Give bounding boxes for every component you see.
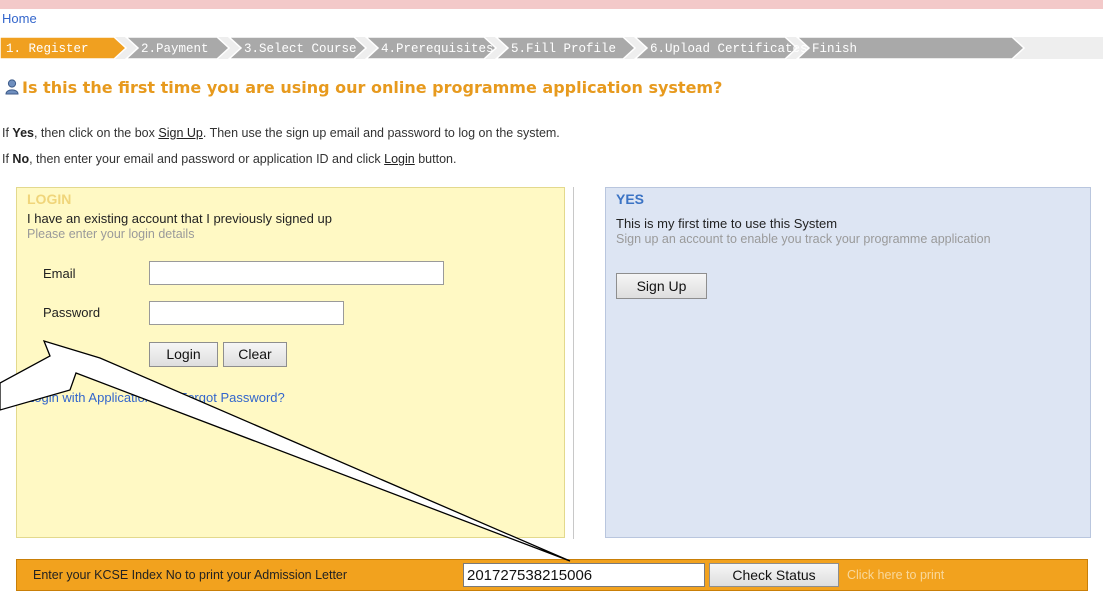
login-subtext: Please enter your login details	[27, 227, 195, 241]
hint-no: If No, then enter your email and passwor…	[2, 152, 457, 166]
step-7: Finish	[795, 37, 1026, 59]
forgot-password-link[interactable]: Forgot Password?	[179, 390, 285, 405]
clear-button[interactable]: Clear	[223, 342, 287, 367]
step-label: 2.Payment	[141, 42, 209, 56]
hint-no-bold: No	[12, 152, 30, 166]
registration-steps-bar: 1. Register 2.Payment 3.Select Course 4.Pre…	[0, 37, 1103, 59]
signup-heading: YES	[616, 191, 645, 207]
hint-login-link[interactable]: Login	[384, 152, 415, 166]
step-label: 5.Fill Profile	[511, 42, 616, 56]
user-icon	[5, 79, 19, 95]
step-label: 6.Upload Certificates	[650, 42, 808, 56]
steps-arrows: 1. Register 2.Payment 3.Select Course 4.Pre…	[0, 37, 1026, 59]
hint-yes: If Yes, then click on the box Sign Up. T…	[2, 126, 560, 140]
admission-letter-bar: Enter your KCSE Index No to print your A…	[16, 559, 1088, 591]
step-6: 6.Upload Certificates	[633, 37, 808, 59]
login-panel: LOGIN I have an existing account that I …	[16, 187, 565, 538]
signup-subtext: Sign up an account to enable you track y…	[616, 232, 991, 246]
step-label: 1. Register	[6, 42, 89, 56]
login-with-app-id-link[interactable]: Login with Application ID	[27, 390, 169, 405]
panel-divider	[573, 187, 574, 539]
step-label: 3.Select Course	[244, 42, 357, 56]
top-banner-strip	[0, 0, 1103, 9]
check-status-button[interactable]: Check Status	[709, 563, 839, 587]
kcse-index-input[interactable]	[463, 563, 705, 587]
print-admission-link[interactable]: Click here to print	[847, 568, 944, 582]
login-heading: LOGIN	[27, 191, 72, 207]
signup-panel: YES This is my first time to use this Sy…	[605, 187, 1091, 538]
step-1: 1. Register	[0, 37, 128, 59]
step-2: 2.Payment	[124, 37, 231, 59]
sign-up-button[interactable]: Sign Up	[616, 273, 707, 299]
login-links: Login with Application ID | Forgot Passw…	[27, 390, 285, 405]
kcse-index-label: Enter your KCSE Index No to print your A…	[33, 568, 348, 582]
login-description: I have an existing account that I previo…	[27, 211, 332, 226]
question-text: Is this the first time you are using our…	[22, 78, 723, 97]
email-field[interactable]	[149, 261, 444, 285]
step-3: 3.Select Course	[227, 37, 368, 59]
step-5: 5.Fill Profile	[494, 37, 637, 59]
password-label: Password	[43, 305, 101, 320]
email-label: Email	[43, 266, 76, 281]
login-button[interactable]: Login	[149, 342, 218, 367]
step-4: 4.Prerequisites	[364, 37, 498, 59]
page-question: Is this the first time you are using our…	[5, 78, 722, 97]
password-field[interactable]	[149, 301, 344, 325]
hint-yes-bold: Yes	[12, 126, 34, 140]
step-label: 4.Prerequisites	[381, 42, 494, 56]
step-label: Finish	[812, 42, 857, 56]
signup-description: This is my first time to use this System	[616, 216, 838, 231]
hint-signup-link[interactable]: Sign Up	[158, 126, 202, 140]
breadcrumb-home-link[interactable]: Home	[2, 11, 37, 26]
